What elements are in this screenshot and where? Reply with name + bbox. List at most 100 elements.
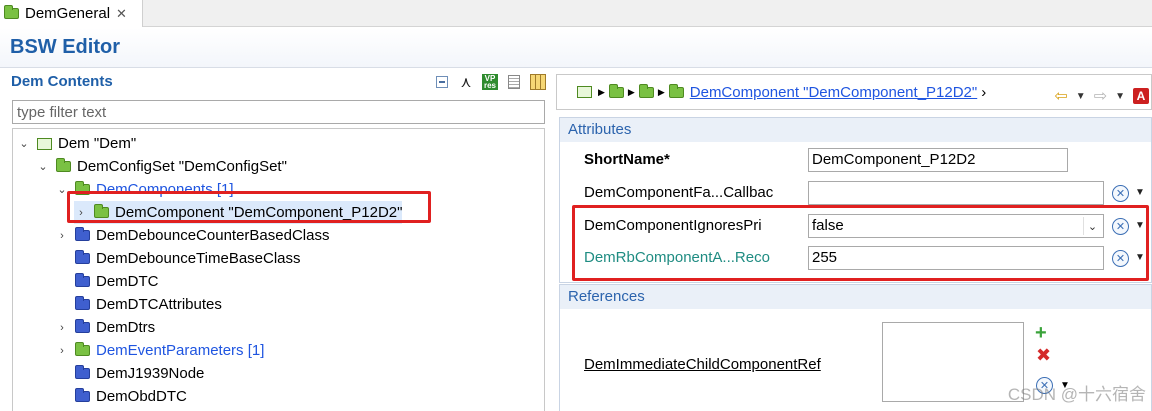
chevron-right-icon[interactable]: › <box>74 207 88 219</box>
folder-icon <box>75 273 90 287</box>
chevron-down-icon[interactable]: ▼ <box>1135 220 1145 231</box>
tree-item-label: DemDebounceTimeBaseClass <box>96 250 301 267</box>
tree-item[interactable]: DemJ1939Node <box>55 362 204 385</box>
chevron-right-icon: ▶ <box>598 86 605 97</box>
folder-icon <box>75 365 90 379</box>
folder-icon <box>4 5 19 19</box>
reference-label[interactable]: DemImmediateChildComponentRef <box>584 356 821 373</box>
chevron-right-icon: ▶ <box>657 86 665 97</box>
folder-icon <box>75 342 90 356</box>
tree-item[interactable]: › DemDebounceCounterBasedClass <box>55 224 329 247</box>
attr-row-rb: DemRbComponentA...Reco 255 ✕ ▼ <box>560 243 1152 275</box>
rb-field[interactable]: 255 <box>808 246 1104 270</box>
navigation-tools: ⇦ ▼ ⇨ ▼ A <box>1054 86 1149 106</box>
editor-tab-strip: DemGeneral ✕ <box>0 0 1152 27</box>
details-panel: ▶ ▶ ▶ DemComponent "DemComponent_P12D2" … <box>556 70 1152 411</box>
folder-icon[interactable] <box>608 83 624 98</box>
folder-icon <box>75 296 90 310</box>
vp-res-icon[interactable]: VP res <box>482 74 498 90</box>
tree-item[interactable]: › DemComponent "DemComponent_P12D2" <box>74 201 403 224</box>
tree-item-label: DemDebounceCounterBasedClass <box>96 227 330 244</box>
folder-icon <box>75 250 90 264</box>
tree-item[interactable]: ⌄ DemComponents [1] <box>55 178 234 201</box>
rb-label: DemRbComponentA...Reco <box>584 249 770 266</box>
attributes-section: Attributes ShortName* DemComponent_P12D2… <box>559 117 1152 283</box>
chevron-down-icon[interactable]: ⌄ <box>36 160 50 173</box>
forward-arrow-icon[interactable]: ⇨ <box>1094 86 1107 106</box>
chevron-down-icon[interactable]: ⌄ <box>17 137 31 150</box>
folder-icon[interactable] <box>638 83 654 98</box>
contents-toolbar: ⋏ VP res <box>434 74 546 91</box>
chevron-right-icon[interactable]: › <box>55 345 69 357</box>
reset-icon[interactable]: ✕ <box>1112 250 1129 267</box>
references-header[interactable]: References <box>560 285 1151 309</box>
back-arrow-icon[interactable]: ⇦ <box>1054 86 1067 106</box>
tree-item-label: DemJ1939Node <box>96 365 205 382</box>
folder-icon <box>94 204 109 218</box>
folder-icon <box>75 388 90 402</box>
breadcrumb-more[interactable]: › <box>981 84 986 101</box>
contents-title: Dem Contents <box>11 73 113 90</box>
chevron-down-icon[interactable]: ▼ <box>1076 91 1086 102</box>
tree-item-label: DemComponents [1] <box>96 181 234 198</box>
ignores-select[interactable]: false ⌄ <box>808 214 1104 238</box>
chevron-right-icon: ▶ <box>627 86 635 97</box>
editor-title: BSW Editor <box>10 36 120 58</box>
close-icon[interactable]: ✕ <box>116 6 127 22</box>
tree-item-label: DemObdDTC <box>96 388 187 405</box>
breadcrumb-current-link[interactable]: DemComponent "DemComponent_P12D2" <box>690 84 977 101</box>
tree-item[interactable]: DemDebounceTimeBaseClass <box>55 247 301 270</box>
attr-row-ignores: DemComponentIgnoresPri false ⌄ ✕ ▼ <box>560 211 1152 243</box>
chevron-right-icon[interactable]: › <box>55 230 69 242</box>
attr-row-callback: DemComponentFa...Callbac ✕ ▼ <box>560 178 1152 210</box>
folder-icon <box>75 181 90 195</box>
tree-item-label: DemConfigSet "DemConfigSet" <box>77 158 287 175</box>
tree-item[interactable]: › DemDtrs <box>55 316 155 339</box>
remove-icon[interactable]: ✖ <box>1036 346 1051 364</box>
watermark: CSDN @十六宿舍 <box>1007 385 1146 404</box>
editor-header: BSW Editor <box>0 28 1152 68</box>
breadcrumb: ▶ ▶ ▶ DemComponent "DemComponent_P12D2" … <box>556 74 1152 110</box>
tree-item-label: DemDTC <box>96 273 159 290</box>
document-icon[interactable] <box>506 74 522 90</box>
annotation-icon[interactable]: A <box>1133 88 1149 104</box>
tree-item-label: Dem "Dem" <box>58 135 137 152</box>
chevron-right-icon[interactable]: › <box>55 322 69 334</box>
tab-demgeneral[interactable]: DemGeneral ✕ <box>0 0 143 27</box>
grid-view-icon[interactable] <box>530 74 546 90</box>
reset-icon[interactable]: ✕ <box>1112 185 1129 202</box>
reset-icon[interactable]: ✕ <box>1112 218 1129 235</box>
contents-tree: ⌄ Dem "Dem" ⌄ DemConfigSet "DemConfigSet" ⌄ D… <box>12 128 545 411</box>
chevron-down-icon[interactable]: ▼ <box>1115 91 1125 102</box>
tree-item[interactable]: ⌄ Dem "Dem" <box>17 132 136 155</box>
chevron-down-icon[interactable]: ⌄ <box>55 183 69 196</box>
link-with-editor-icon[interactable]: ⋏ <box>458 74 474 91</box>
tree-item[interactable]: › DemEventParameters [1] <box>55 339 264 362</box>
add-icon[interactable]: + <box>1035 323 1047 343</box>
callback-label: DemComponentFa...Callbac <box>584 184 774 201</box>
tab-label: DemGeneral <box>25 5 111 22</box>
folder-icon <box>75 319 90 333</box>
contents-panel: Dem Contents ⋏ VPres ⌄ Dem "Dem" ⌄ DemConfi… <box>5 70 548 411</box>
folder-icon <box>56 158 71 172</box>
tree-item-label: DemComponent "DemComponent_P12D2" <box>115 204 403 221</box>
folder-icon[interactable] <box>668 83 684 98</box>
chevron-down-icon[interactable]: ▼ <box>1135 187 1145 198</box>
callback-field[interactable] <box>808 181 1104 205</box>
attr-row-shortname: ShortName* DemComponent_P12D2 <box>560 145 1152 177</box>
tree-item[interactable]: DemDTC <box>55 270 159 293</box>
ignores-value: false <box>812 217 844 234</box>
collapse-all-icon[interactable] <box>434 74 450 90</box>
filter-input[interactable] <box>12 100 545 124</box>
tree-item[interactable]: DemObdDTC <box>55 385 187 408</box>
attributes-header[interactable]: Attributes <box>560 118 1151 142</box>
tree-item[interactable]: ⌄ DemConfigSet "DemConfigSet" <box>36 155 287 178</box>
shortname-label: ShortName* <box>584 151 670 168</box>
module-icon[interactable] <box>577 86 592 98</box>
reference-list[interactable] <box>882 322 1024 402</box>
shortname-field[interactable]: DemComponent_P12D2 <box>808 148 1068 172</box>
tree-item-label: DemDtrs <box>96 319 156 336</box>
chevron-down-icon[interactable]: ▼ <box>1135 252 1145 263</box>
chevron-down-icon[interactable]: ⌄ <box>1083 217 1101 235</box>
tree-item[interactable]: DemDTCAttributes <box>55 293 222 316</box>
